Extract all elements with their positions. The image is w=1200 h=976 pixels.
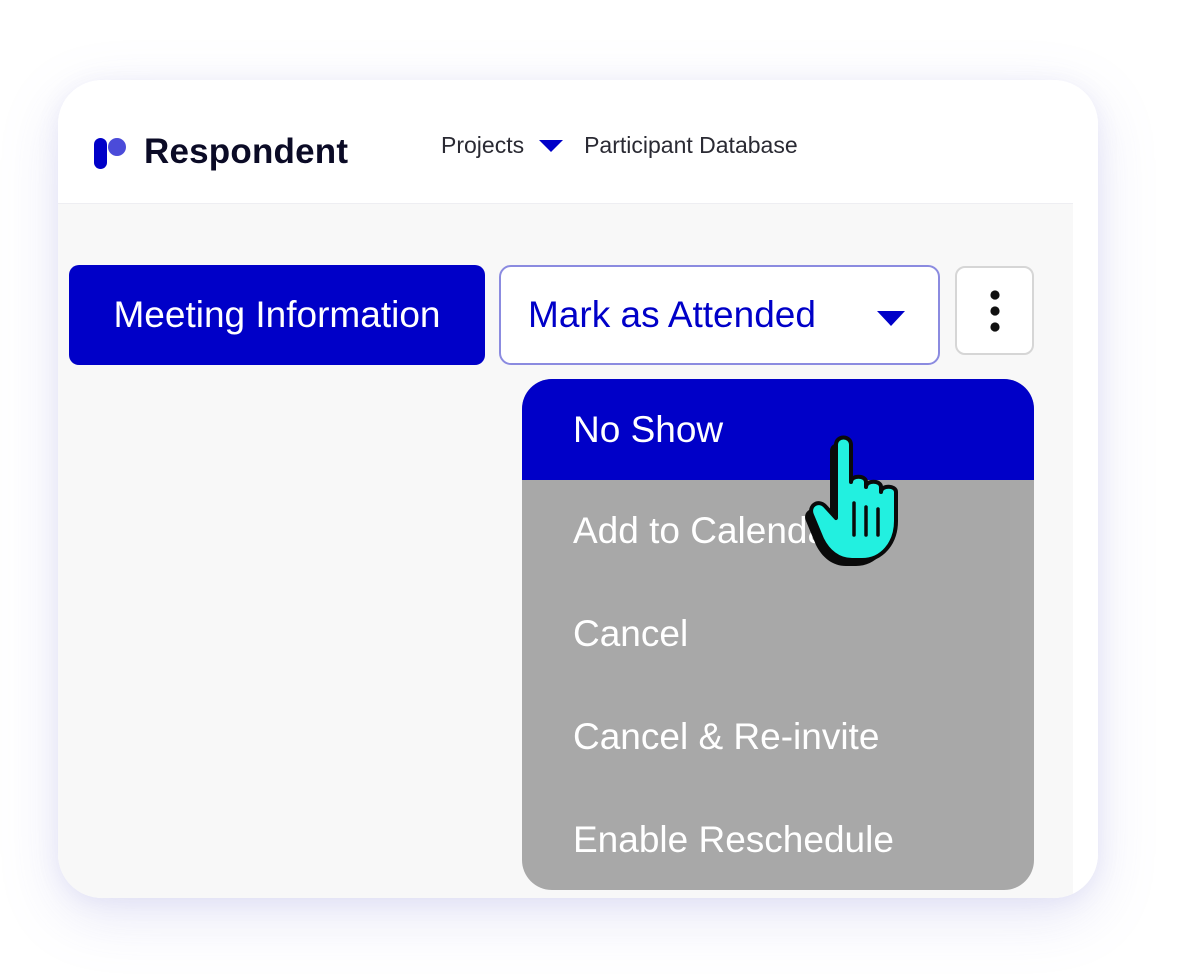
nav-participant-database[interactable]: Participant Database <box>584 132 798 159</box>
main-nav: Projects Participant Database <box>441 132 798 159</box>
app-window: Respondent Projects Participant Database… <box>58 80 1098 898</box>
menu-item-cancel-reinvite[interactable]: Cancel & Re-invite <box>522 686 1034 787</box>
status-dropdown-button[interactable]: Mark as Attended <box>499 265 940 365</box>
nav-projects-label: Projects <box>441 132 525 158</box>
more-vertical-icon <box>989 289 1000 332</box>
more-options-button[interactable] <box>955 266 1034 355</box>
menu-item-cancel[interactable]: Cancel <box>522 583 1034 684</box>
menu-item-label: Cancel & Re-invite <box>573 715 880 757</box>
menu-item-label: Enable Reschedule <box>573 818 894 860</box>
brand-name: Respondent <box>144 132 349 171</box>
status-dropdown-label: Mark as Attended <box>528 294 816 335</box>
menu-item-enable-reschedule[interactable]: Enable Reschedule <box>522 789 1034 890</box>
top-nav-bar: Respondent Projects Participant Database <box>58 80 1098 203</box>
respondent-logo-icon <box>94 138 126 169</box>
nav-projects[interactable]: Projects <box>441 132 584 159</box>
pointer-hand-icon <box>805 435 898 566</box>
chevron-down-icon <box>877 311 905 326</box>
scrollbar-track[interactable] <box>1073 230 1098 898</box>
chevron-down-icon[interactable] <box>538 139 564 153</box>
menu-item-label: No Show <box>573 408 724 450</box>
meeting-information-label: Meeting Information <box>113 294 441 335</box>
nav-participant-database-label: Participant Database <box>584 132 798 158</box>
menu-item-label: Cancel <box>573 612 689 654</box>
meeting-information-button[interactable]: Meeting Information <box>69 265 485 365</box>
brand-logo[interactable]: Respondent <box>94 132 348 172</box>
